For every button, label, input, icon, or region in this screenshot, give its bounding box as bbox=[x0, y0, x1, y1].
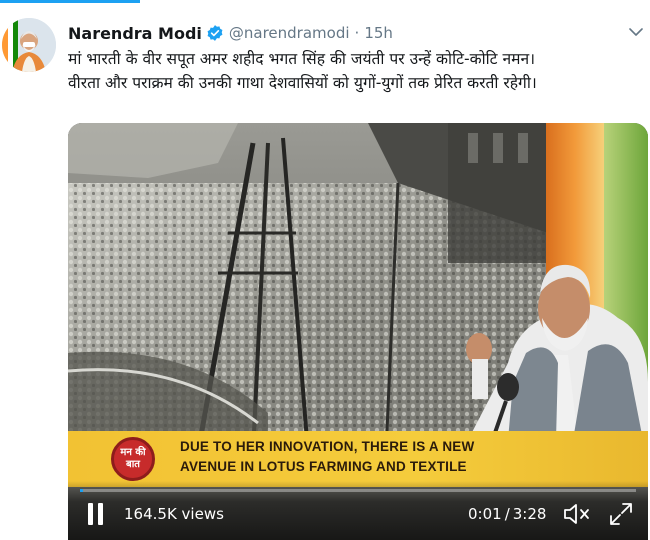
video-caption-line: AVENUE IN LOTUS FARMING AND TEXTILE bbox=[180, 459, 467, 474]
mute-icon[interactable] bbox=[562, 501, 592, 527]
video-player[interactable]: मन की बात DUE TO HER INNOVATION, THERE I… bbox=[68, 123, 648, 540]
avatar-image bbox=[2, 18, 56, 72]
channel-logo-text: मन की बात bbox=[111, 437, 155, 481]
time-display: 0:01/3:28 bbox=[468, 505, 546, 523]
tweet-text-line: मां भारती के वीर सपूत अमर शहीद भगत सिंह … bbox=[68, 50, 536, 68]
top-accent-bar bbox=[0, 0, 140, 3]
video-caption-line: DUE TO HER INNOVATION, THERE IS A NEW bbox=[180, 439, 475, 454]
author-name[interactable]: Narendra Modi bbox=[68, 24, 202, 43]
header-separator: · bbox=[354, 24, 360, 42]
author-handle[interactable]: @narendramodi bbox=[229, 24, 350, 42]
pause-icon[interactable] bbox=[86, 503, 106, 527]
progress-fill bbox=[80, 489, 83, 492]
duration: 3:28 bbox=[512, 505, 547, 523]
video-controls: 164.5K views 0:01/3:28 bbox=[68, 481, 648, 540]
fullscreen-icon[interactable] bbox=[608, 501, 634, 527]
view-count: 164.5K views bbox=[124, 505, 224, 523]
channel-logo: मन की बात bbox=[108, 431, 158, 487]
tweet-text-line: वीरता और पराक्रम की उनकी गाथा देशवासियों… bbox=[68, 74, 537, 92]
time-separator: / bbox=[504, 505, 510, 523]
avatar[interactable] bbox=[2, 18, 56, 72]
tweet-header: Narendra Modi @narendramodi · 15h bbox=[68, 20, 393, 46]
video-caption: DUE TO HER INNOVATION, THERE IS A NEW AV… bbox=[180, 437, 540, 477]
current-time: 0:01 bbox=[468, 505, 502, 523]
chevron-down-icon[interactable] bbox=[626, 22, 646, 42]
verified-badge-icon bbox=[206, 24, 224, 42]
progress-bar[interactable] bbox=[80, 489, 636, 492]
tweet-text: मां भारती के वीर सपूत अमर शहीद भगत सिंह … bbox=[68, 47, 638, 95]
tweet-timestamp[interactable]: 15h bbox=[364, 24, 393, 42]
